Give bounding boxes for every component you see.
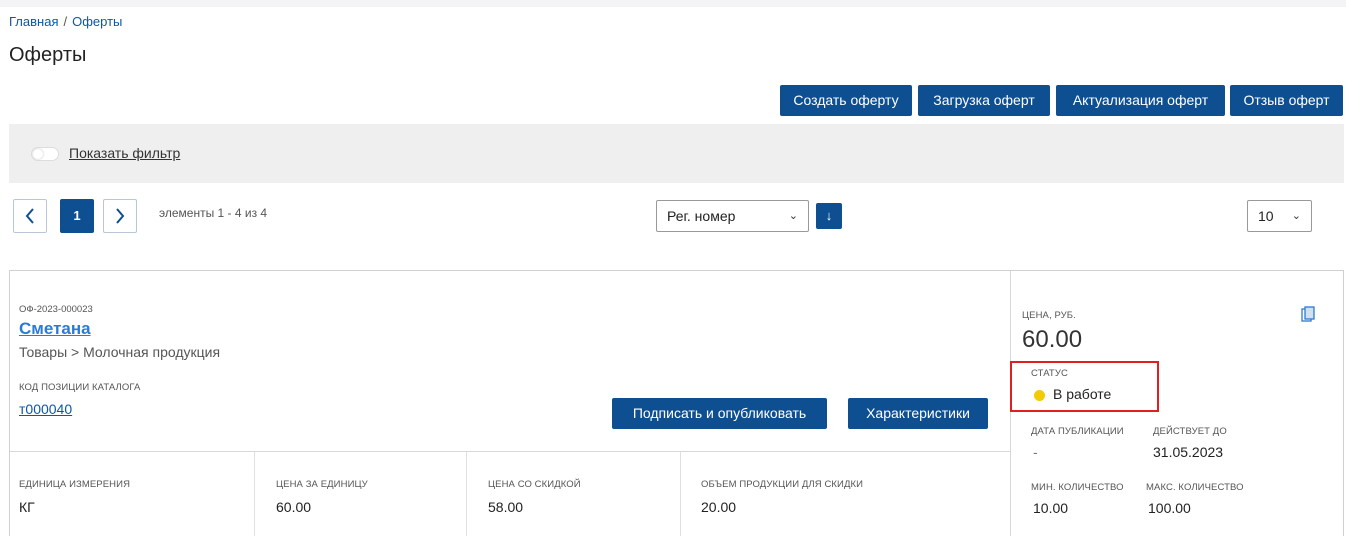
characteristics-button[interactable]: Характеристики: [848, 398, 988, 429]
pagination-info: элементы 1 - 4 из 4: [159, 206, 268, 220]
price-value: 60.00: [1022, 326, 1083, 353]
sort-field-value: Рег. номер: [667, 208, 736, 224]
breadcrumb-home-link[interactable]: Главная: [9, 14, 58, 29]
sort-direction-button[interactable]: ↓: [816, 203, 842, 229]
offer-category: Товары > Молочная продукция: [19, 344, 221, 360]
upload-offers-button[interactable]: Загрузка оферт: [918, 85, 1050, 116]
status-label: СТАТУС: [1031, 368, 1068, 379]
cell-divider: [254, 452, 255, 536]
valid-until-value: 31.05.2023: [1153, 444, 1224, 460]
status-value: В работе: [1053, 386, 1112, 402]
price-label: ЦЕНА, РУБ.: [1022, 310, 1076, 321]
page-size-value: 10: [1258, 208, 1274, 224]
recall-offers-button[interactable]: Отзыв оферт: [1230, 85, 1343, 116]
chevron-down-icon: ⌄: [1291, 210, 1301, 222]
offer-reg-number: ОФ-2023-000023: [19, 304, 93, 315]
filter-bar: Показать фильтр: [9, 124, 1344, 183]
prev-page-button[interactable]: [13, 199, 47, 233]
unit-value: КГ: [19, 499, 35, 515]
chevron-right-icon: [116, 208, 125, 224]
sort-field-select[interactable]: Рег. номер ⌄: [656, 200, 809, 232]
catalog-code-label: КОД ПОЗИЦИИ КАТАЛОГА: [19, 382, 141, 393]
card-divider-horizontal: [10, 451, 1010, 452]
chevron-left-icon: [25, 208, 34, 224]
next-page-button[interactable]: [103, 199, 137, 233]
cell-divider: [466, 452, 467, 536]
sign-publish-button[interactable]: Подписать и опубликовать: [612, 398, 827, 429]
update-offers-button[interactable]: Актуализация оферт: [1056, 85, 1225, 116]
min-qty-value: 10.00: [1033, 500, 1069, 516]
breadcrumb-current-link[interactable]: Оферты: [72, 14, 122, 29]
breadcrumb-separator: /: [63, 14, 68, 29]
copy-icon[interactable]: [1301, 306, 1315, 322]
chevron-down-icon: ⌄: [788, 210, 798, 222]
page-size-select[interactable]: 10 ⌄: [1247, 200, 1312, 232]
max-qty-value: 100.00: [1148, 500, 1191, 516]
unit-price-label: ЦЕНА ЗА ЕДИНИЦУ: [276, 479, 368, 490]
status-indicator: [1034, 390, 1045, 401]
breadcrumb: Главная / Оферты: [9, 14, 122, 29]
cell-divider: [680, 452, 681, 536]
publication-date-label: ДАТА ПУБЛИКАЦИИ: [1031, 426, 1124, 437]
filter-toggle[interactable]: [31, 147, 59, 161]
unit-label: ЕДИНИЦА ИЗМЕРЕНИЯ: [19, 479, 131, 490]
publication-date-value: -: [1033, 444, 1038, 460]
discount-volume-label: ОБЪЕМ ПРОДУКЦИИ ДЛЯ СКИДКИ: [701, 479, 864, 490]
offer-product-link[interactable]: Сметана: [19, 319, 91, 339]
catalog-code-link[interactable]: т000040: [19, 401, 72, 417]
min-qty-label: МИН. КОЛИЧЕСТВО: [1031, 482, 1124, 493]
show-filter-link[interactable]: Показать фильтр: [69, 145, 180, 161]
discount-price-label: ЦЕНА СО СКИДКОЙ: [488, 479, 581, 490]
valid-until-label: ДЕЙСТВУЕТ ДО: [1153, 426, 1227, 437]
max-qty-label: МАКС. КОЛИЧЕСТВО: [1146, 482, 1244, 493]
page-1-button[interactable]: 1: [60, 199, 94, 233]
create-offer-button[interactable]: Создать оферту: [780, 85, 912, 116]
unit-price-value: 60.00: [276, 499, 312, 515]
discount-volume-value: 20.00: [701, 499, 737, 515]
top-strip: [0, 0, 1346, 7]
page-title: Оферты: [9, 44, 87, 66]
discount-price-value: 58.00: [488, 499, 524, 515]
